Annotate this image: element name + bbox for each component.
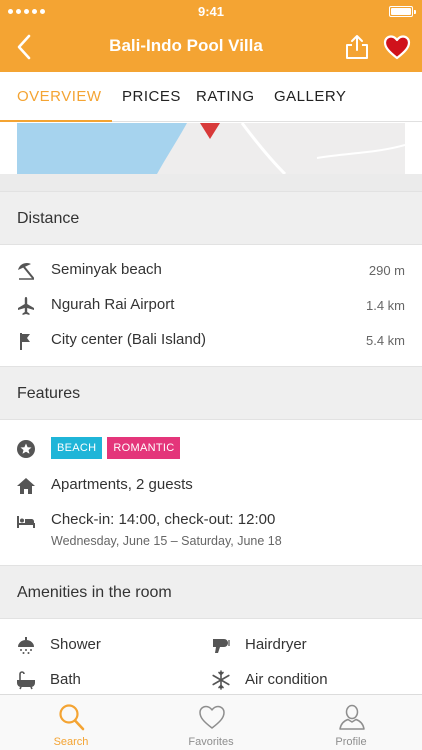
badge-romantic: ROMANTIC [107,437,181,459]
tabbar-favorites[interactable]: Favorites [141,695,281,750]
distance-header: Distance [0,191,422,245]
beach-umbrella-icon [18,262,34,280]
amenities-header: Amenities in the room [0,565,422,619]
share-button[interactable] [342,32,372,62]
heart-icon [383,35,411,60]
amenity-label: Air condition [245,671,328,688]
shower-icon [18,637,34,654]
status-time: 9:41 [197,4,225,19]
map-image [17,123,405,174]
flag-icon [20,333,30,350]
amenity-item: Bath [16,666,196,696]
checkin-label: Check-in: 14:00, check-out: 12:00 [51,511,276,528]
separator [0,174,422,191]
location-map[interactable] [17,123,405,174]
amenity-label: Bath [50,671,81,688]
amenity-item: Hairdryer [211,631,391,661]
person-icon [339,704,365,730]
heart-outline-icon [199,705,225,729]
distance-value: 5.4 km [365,333,405,348]
tabbar-label: Profile [335,736,367,748]
stay-dates: Wednesday, June 15 – Saturday, June 18 [51,534,282,548]
star-icon [17,440,35,458]
feature-row: Check-in: 14:00, check-out: 12:00 [0,503,422,538]
tab-gallery[interactable]: GALLERY [274,72,346,122]
feature-badges: BEACH ROMANTIC [51,437,181,459]
hairdryer-icon [213,639,230,653]
back-button[interactable] [10,32,40,62]
page-title: Bali-Indo Pool Villa [109,36,263,55]
amenity-item: Air condition [211,666,391,696]
snowflake-icon [212,670,230,690]
section-tabs: OVERVIEW PRICES RATING GALLERY [0,72,422,122]
share-icon [346,35,368,59]
amenity-label: Hairdryer [245,636,307,653]
tabbar-label: Search [53,736,89,748]
distance-value: 1.4 km [365,298,405,313]
distance-label: City center (Bali Island) [51,331,207,348]
battery-icon [389,6,416,17]
bed-icon [17,516,35,528]
distance-row: City center (Bali Island) 5.4 km [0,323,422,358]
status-bar: 9:41 [0,0,422,22]
tab-rating[interactable]: RATING [196,72,255,122]
home-icon [17,478,35,494]
favorite-button[interactable] [382,32,412,62]
tabbar-profile[interactable]: Profile [281,695,421,750]
distance-label: Ngurah Rai Airport [51,296,175,313]
tab-overview[interactable]: OVERVIEW [17,72,102,122]
app-header: 9:41 Bali-Indo Pool Villa [0,0,422,72]
distance-value: 290 m [368,263,405,278]
section-title: Amenities in the room [17,584,172,601]
tab-prices[interactable]: PRICES [122,72,181,122]
distance-label: Seminyak beach [51,261,162,278]
search-icon [59,704,85,731]
airplane-icon [18,297,34,315]
amenity-item: Shower [16,631,196,661]
chevron-left-icon [17,34,31,60]
distance-row: Ngurah Rai Airport 1.4 km [0,288,422,323]
feature-row: Apartments, 2 guests [0,468,422,503]
amenity-label: Shower [50,636,101,653]
features-header: Features [0,366,422,420]
bath-icon [17,671,35,690]
apartment-label: Apartments, 2 guests [51,476,193,493]
section-title: Distance [17,210,80,227]
section-title: Features [17,385,81,402]
badge-beach: BEACH [51,437,103,459]
bottom-tab-bar: Search Favorites Profile [0,694,422,750]
distance-row: Seminyak beach 290 m [0,253,422,288]
tabbar-search[interactable]: Search [1,695,141,750]
nav-bar: Bali-Indo Pool Villa [0,22,422,72]
active-tab-indicator [0,120,112,122]
tabbar-label: Favorites [188,736,234,748]
